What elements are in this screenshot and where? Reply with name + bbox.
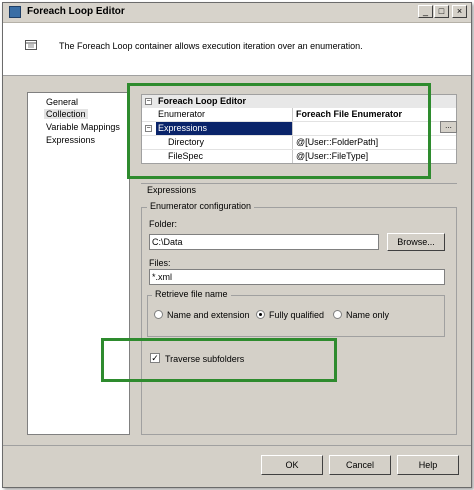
- ellipsis-button[interactable]: ...: [440, 121, 457, 133]
- retrieve-file-name-legend: Retrieve file name: [152, 289, 231, 299]
- description-title: Expressions: [147, 185, 197, 195]
- description-panel: Expressions: [141, 184, 457, 195]
- nav-item-collection[interactable]: Collection: [44, 109, 88, 119]
- folder-label: Folder:: [149, 219, 178, 229]
- files-input[interactable]: *.xml: [149, 269, 445, 285]
- title-bar: Foreach Loop Editor _ □ ×: [3, 3, 471, 23]
- ok-button[interactable]: OK: [261, 455, 323, 475]
- files-label: Files:: [149, 258, 171, 268]
- browse-button[interactable]: Browse...: [387, 233, 445, 251]
- app-icon: [9, 6, 21, 18]
- highlight-box-grid: [127, 83, 431, 179]
- nav-item-general[interactable]: General: [44, 97, 80, 107]
- radio-name-and-extension[interactable]: [154, 310, 163, 319]
- nav-item-expressions[interactable]: Expressions: [44, 135, 97, 145]
- maximize-button[interactable]: □: [434, 5, 449, 18]
- close-button[interactable]: ×: [452, 5, 467, 18]
- nav-item-variable-mappings[interactable]: Variable Mappings: [44, 122, 122, 132]
- radio-fully-qualified[interactable]: [256, 310, 265, 319]
- radio-label: Fully qualified: [269, 310, 325, 320]
- minimize-button[interactable]: _: [418, 5, 433, 18]
- header-description: The Foreach Loop container allows execut…: [59, 41, 363, 51]
- enumerator-config-legend: Enumerator configuration: [147, 201, 255, 211]
- container-icon: [25, 40, 37, 50]
- highlight-box-traverse: [101, 338, 337, 382]
- folder-input[interactable]: C:\Data: [149, 234, 379, 250]
- help-button[interactable]: Help: [397, 455, 459, 475]
- cancel-button[interactable]: Cancel: [329, 455, 391, 475]
- dialog-window: Foreach Loop Editor _ □ × The Foreach Lo…: [2, 2, 472, 488]
- page-list: General Collection Variable Mappings Exp…: [27, 92, 130, 435]
- radio-name-only[interactable]: [333, 310, 342, 319]
- radio-label: Name and extension: [167, 310, 250, 320]
- footer-divider: [3, 445, 471, 446]
- radio-label: Name only: [346, 310, 390, 320]
- window-title: Foreach Loop Editor: [27, 6, 125, 17]
- header-panel: The Foreach Loop container allows execut…: [3, 23, 471, 76]
